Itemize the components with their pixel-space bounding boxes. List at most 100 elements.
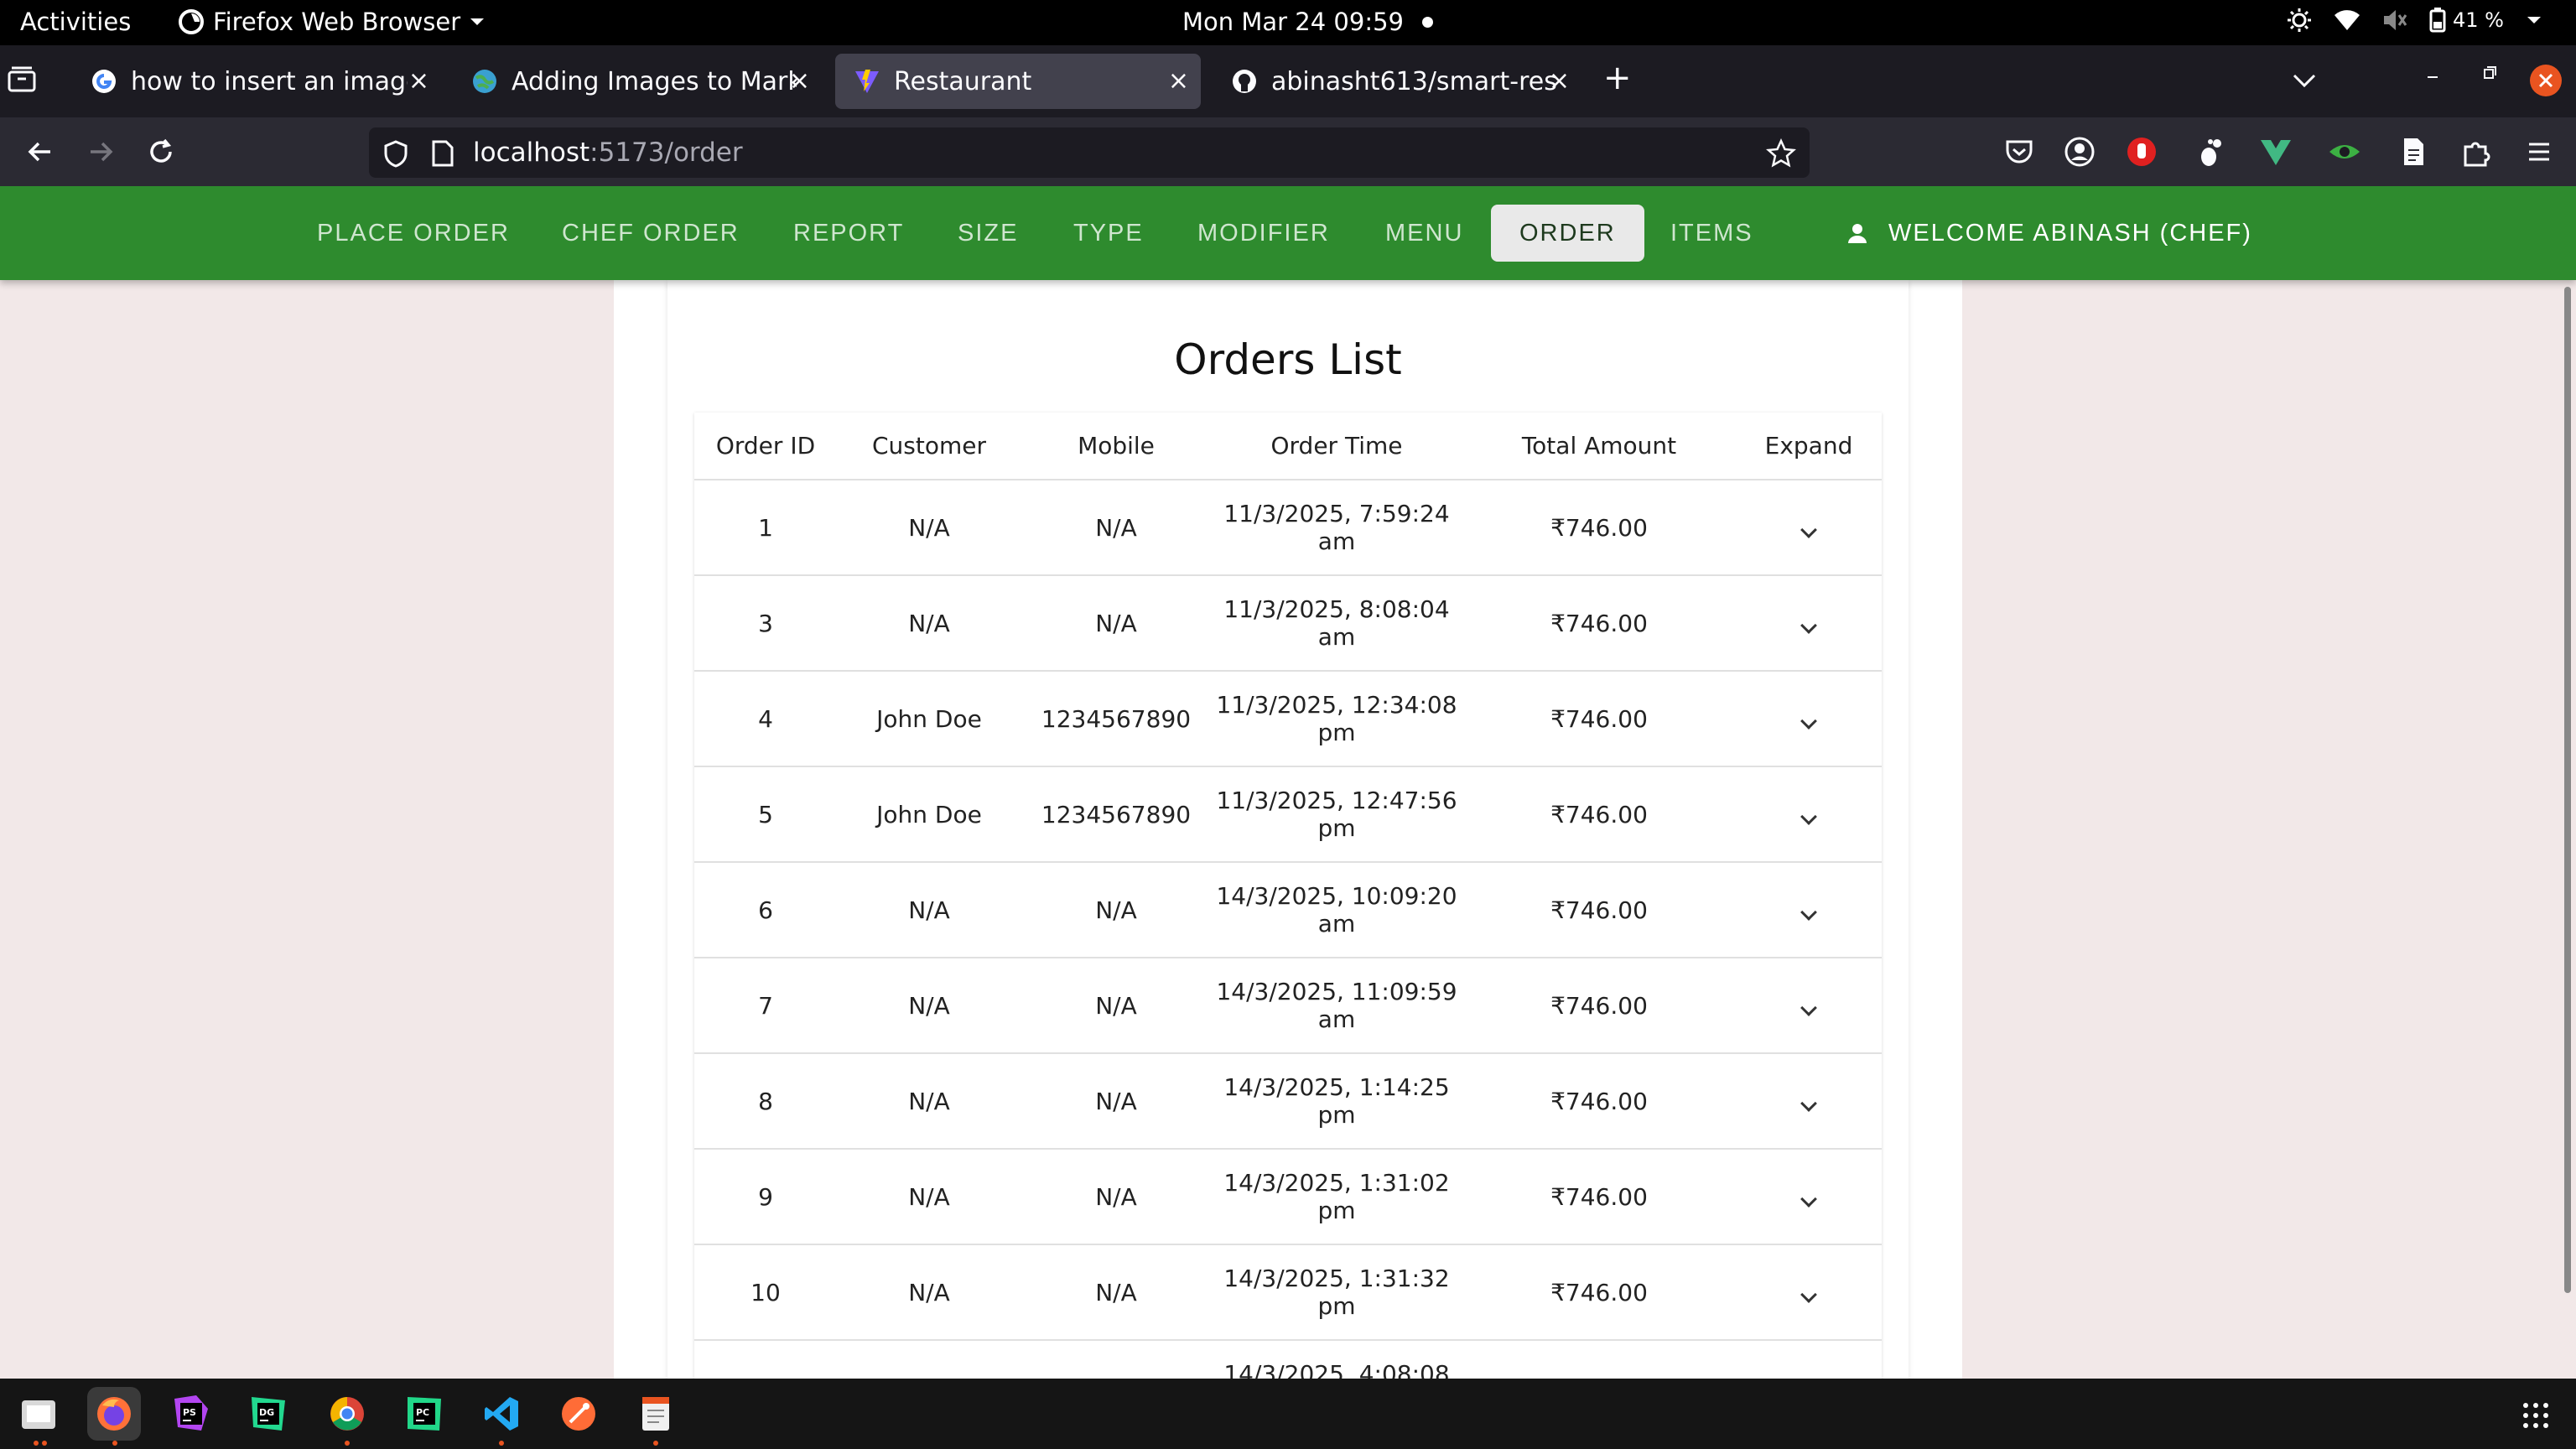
vscode-icon[interactable] <box>475 1387 528 1441</box>
table-row[interactable]: 6 N/A N/A 14/3/2025, 10:09:20 am ₹746.00 <box>694 862 1882 958</box>
expand-cell[interactable] <box>1736 766 1882 863</box>
system-top-bar: Activities Firefox Web Browser Mon Mar 2… <box>0 0 2576 45</box>
window-close-icon[interactable] <box>2529 64 2563 97</box>
tab-google[interactable]: how to insert an image in × <box>72 54 441 109</box>
chevron-down-icon[interactable] <box>1800 1190 1817 1208</box>
cell-id: 9 <box>694 1149 837 1245</box>
expand-cell[interactable] <box>1736 1149 1882 1245</box>
pycharm-icon[interactable]: PC <box>397 1387 451 1441</box>
cell-customer: N/A <box>837 1340 1021 1379</box>
system-tray[interactable]: 41 % <box>2287 8 2542 33</box>
pocket-icon[interactable] <box>2002 135 2036 169</box>
table-header-row: Order ID Customer Mobile Order Time Total Am… <box>694 413 1882 480</box>
shield-icon[interactable] <box>382 139 409 168</box>
new-tab-button[interactable]: + <box>1603 59 1632 97</box>
chrome-icon[interactable] <box>320 1387 374 1441</box>
table-body: 1 N/A N/A 11/3/2025, 7:59:24 am ₹746.00 3 N/A N… <box>694 480 1882 1379</box>
cell-total: ₹746.00 <box>1462 862 1736 958</box>
expand-cell[interactable] <box>1736 1340 1882 1379</box>
chevron-down-icon[interactable] <box>1800 1094 1817 1112</box>
block-extension-icon[interactable] <box>2125 135 2158 169</box>
close-icon[interactable]: × <box>1549 67 1570 96</box>
chevron-down-icon[interactable] <box>1800 1285 1817 1303</box>
activities-button[interactable]: Activities <box>20 8 131 36</box>
account-icon[interactable] <box>2063 135 2096 169</box>
expand-cell[interactable] <box>1736 575 1882 672</box>
cell-customer: N/A <box>837 958 1021 1054</box>
table-row[interactable]: 11N/AN/A14/3/2025, 4:08:08 pm₹746.00 <box>694 1340 1882 1379</box>
phpstorm-icon[interactable]: PS <box>164 1387 218 1441</box>
bookmark-star-icon[interactable] <box>1766 138 1796 169</box>
menu-modifier[interactable]: MODIFIER <box>1169 205 1358 262</box>
table-row[interactable]: 5 John Doe 1234567890 11/3/2025, 12:47:56 p… <box>694 766 1882 863</box>
brightness-icon <box>2288 8 2312 32</box>
cell-mobile: N/A <box>1021 862 1211 958</box>
minimize-icon[interactable] <box>2420 60 2445 86</box>
gnome-extension-icon[interactable] <box>2194 135 2227 169</box>
expand-cell[interactable] <box>1736 671 1882 767</box>
text-editor-icon[interactable] <box>629 1387 683 1441</box>
close-icon[interactable]: × <box>789 67 810 96</box>
expand-cell[interactable] <box>1736 958 1882 1054</box>
chevron-down-icon[interactable] <box>1800 521 1817 538</box>
hamburger-menu-icon[interactable] <box>2522 135 2556 169</box>
battery-icon <box>2429 8 2446 33</box>
firefox-view-icon[interactable] <box>7 65 37 94</box>
cell-time: 11/3/2025, 12:34:08 pm <box>1211 671 1462 767</box>
restore-icon[interactable] <box>2477 60 2502 86</box>
tab-github[interactable]: abinasht613/smart-restau × <box>1213 54 1581 109</box>
app-menu[interactable]: Firefox Web Browser <box>178 8 486 36</box>
chevron-down-icon[interactable] <box>1800 999 1817 1016</box>
reload-icon[interactable] <box>144 135 178 169</box>
forward-icon[interactable] <box>84 135 117 169</box>
chevron-down-icon[interactable] <box>1800 903 1817 921</box>
expand-cell[interactable] <box>1736 862 1882 958</box>
table-row[interactable]: 4 John Doe 1234567890 11/3/2025, 12:34:08 p… <box>694 671 1882 767</box>
firefox-icon[interactable] <box>87 1387 141 1441</box>
show-apps-icon[interactable] <box>2522 1402 2549 1429</box>
table-row[interactable]: 7 N/A N/A 14/3/2025, 11:09:59 am ₹746.00 <box>694 958 1882 1054</box>
postman-icon[interactable] <box>552 1387 605 1441</box>
extensions-icon[interactable] <box>2460 135 2494 169</box>
chevron-down-icon[interactable] <box>1800 616 1817 634</box>
back-icon[interactable] <box>23 135 57 169</box>
page-icon[interactable] <box>431 139 454 168</box>
files-icon[interactable] <box>12 1387 65 1441</box>
table-row[interactable]: 9 N/A N/A 14/3/2025, 1:31:02 pm ₹746.00 <box>694 1149 1882 1245</box>
datagrip-icon[interactable]: DG <box>242 1387 295 1441</box>
close-icon[interactable]: × <box>1168 67 1189 96</box>
caret-down-icon <box>2527 17 2541 23</box>
expand-cell[interactable] <box>1736 1244 1882 1341</box>
expand-cell[interactable] <box>1736 1053 1882 1150</box>
chevron-down-icon[interactable] <box>1800 808 1817 825</box>
cell-customer: N/A <box>837 1053 1021 1150</box>
tab-markdown[interactable]: Adding Images to Markdc × <box>453 54 822 109</box>
list-all-tabs-icon[interactable] <box>2288 64 2321 97</box>
close-icon[interactable]: × <box>408 67 429 96</box>
table-row[interactable]: 1 N/A N/A 11/3/2025, 7:59:24 am ₹746.00 <box>694 480 1882 576</box>
document-extension-icon[interactable] <box>2397 135 2430 169</box>
app-nav-bar: PLACE ORDER CHEF ORDER REPORT SIZE TYPE … <box>0 186 2576 280</box>
menu-items[interactable]: ITEMS <box>1642 205 1782 262</box>
menu-size[interactable]: SIZE <box>929 205 1046 262</box>
eye-extension-icon[interactable] <box>2328 135 2361 169</box>
tab-restaurant[interactable]: Restaurant × <box>835 54 1201 109</box>
menu-report[interactable]: REPORT <box>765 205 932 262</box>
table-row[interactable]: 10 N/A N/A 14/3/2025, 1:31:32 pm ₹746.00 <box>694 1244 1882 1341</box>
tab-title: abinasht613/smart-restau <box>1271 66 1556 96</box>
menu-order[interactable]: ORDER <box>1491 205 1644 262</box>
menu-type[interactable]: TYPE <box>1045 205 1172 262</box>
expand-cell[interactable] <box>1736 480 1882 576</box>
menu-place-order[interactable]: PLACE ORDER <box>288 205 538 262</box>
menu-chef-order[interactable]: CHEF ORDER <box>533 205 768 262</box>
chevron-down-icon[interactable] <box>1800 712 1817 730</box>
table-row[interactable]: 3 N/A N/A 11/3/2025, 8:08:04 am ₹746.00 <box>694 575 1882 672</box>
url-bar[interactable]: localhost:5173/order <box>369 127 1810 178</box>
table-row[interactable]: 8 N/A N/A 14/3/2025, 1:14:25 pm ₹746.00 <box>694 1053 1882 1150</box>
clock[interactable]: Mon Mar 24 09:59 <box>1182 8 1433 36</box>
cell-id: 5 <box>694 766 837 863</box>
vue-devtools-icon[interactable] <box>2259 135 2293 169</box>
user-welcome[interactable]: WELCOME ABINASH (CHEF) <box>1845 205 2252 262</box>
menu-menu[interactable]: MENU <box>1357 205 1492 262</box>
page-scrollbar[interactable] <box>2564 287 2571 1293</box>
